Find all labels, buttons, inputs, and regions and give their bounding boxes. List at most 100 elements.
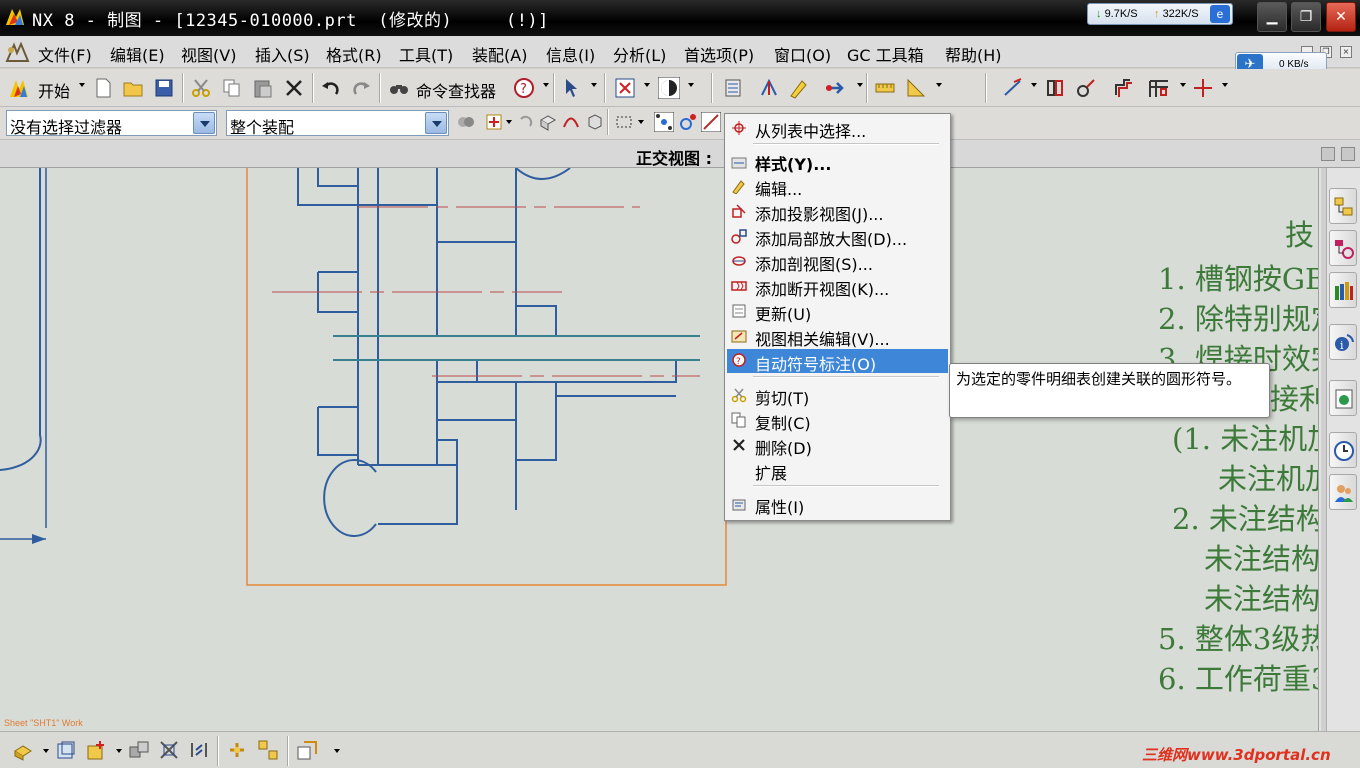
menu-add-break-view[interactable]: 添加断开视图(K)... <box>727 274 948 299</box>
new-file-icon[interactable] <box>92 77 114 99</box>
history-tab[interactable] <box>1329 432 1357 468</box>
menu-expand[interactable]: 扩展 <box>727 458 948 483</box>
menu-view[interactable]: 视图(V) <box>181 42 236 66</box>
menu-analysis[interactable]: 分析(L) <box>613 42 666 66</box>
snap-point-icon[interactable] <box>484 112 504 132</box>
restore-button[interactable]: ❐ <box>1291 2 1321 32</box>
graphics-window[interactable]: Sheet "SHT1" Work 技 1. 槽钢按GB/ 2. 除特别规定 3… <box>0 168 1318 731</box>
new-sheet-icon[interactable] <box>12 739 34 761</box>
menu-insert[interactable]: 插入(S) <box>255 42 310 66</box>
select-back-icon[interactable] <box>515 112 535 132</box>
help-dropdown-icon[interactable] <box>543 83 549 87</box>
resource-bar-handle[interactable] <box>1321 168 1327 731</box>
menu-cut[interactable]: 剪切(T) <box>727 383 948 408</box>
move-icon[interactable] <box>824 77 846 99</box>
table-dropdown-icon[interactable] <box>1180 83 1186 87</box>
offset-icon[interactable] <box>1112 77 1134 99</box>
wcs-icon[interactable] <box>758 77 780 99</box>
constraint-icon[interactable] <box>1044 77 1066 99</box>
menu-copy[interactable]: 复制(C) <box>727 408 948 433</box>
edit-object-icon[interactable] <box>788 77 810 99</box>
move-dropdown-icon[interactable] <box>857 83 863 87</box>
close-button[interactable]: ✕ <box>1326 2 1356 32</box>
centerline-dropdown-icon[interactable] <box>1222 83 1228 87</box>
snap-endpoint-icon[interactable] <box>678 112 698 132</box>
browser-icon[interactable]: e <box>1210 5 1230 23</box>
menu-update[interactable]: 更新(U) <box>727 299 948 324</box>
break-view-icon[interactable] <box>188 739 210 761</box>
net-speed-widget[interactable]: ↓ 9.7K/S ↑ 322K/S e <box>1087 3 1233 25</box>
rectangle-select-icon[interactable] <box>614 112 634 132</box>
render-dropdown-icon[interactable] <box>688 83 694 87</box>
delete-icon[interactable] <box>283 77 305 99</box>
doc-close-icon[interactable]: × <box>1340 46 1352 58</box>
snap-grid-icon[interactable] <box>654 112 674 132</box>
cut-icon[interactable] <box>190 77 212 99</box>
fit-view-icon[interactable] <box>614 77 636 99</box>
add-view-dropdown-icon[interactable] <box>116 749 122 753</box>
rectangle-select-dropdown-icon[interactable] <box>638 120 644 124</box>
save-icon[interactable] <box>153 77 175 99</box>
menu-information[interactable]: 信息(I) <box>546 42 595 66</box>
minimize-button[interactable]: ▁ <box>1257 2 1287 32</box>
menu-gc-toolbox[interactable]: GC 工具箱 <box>847 42 924 66</box>
render-style-icon[interactable] <box>658 77 680 99</box>
dimension-icon[interactable] <box>1075 77 1097 99</box>
help-icon[interactable]: ? <box>513 77 535 99</box>
open-folder-icon[interactable] <box>122 77 144 99</box>
menu-view-dependent-edit[interactable]: 视图相关编辑(V)... <box>727 324 948 349</box>
centerline-icon[interactable] <box>1192 77 1214 99</box>
menu-tools[interactable]: 工具(T) <box>399 42 453 66</box>
measure-distance-icon[interactable] <box>874 77 896 99</box>
select-dropdown-icon[interactable] <box>591 83 597 87</box>
view-style-icon[interactable] <box>296 739 318 761</box>
filter-settings-icon[interactable] <box>456 112 476 132</box>
start-button[interactable]: 开始 <box>38 78 70 102</box>
select-pointer-icon[interactable] <box>562 77 584 99</box>
menu-properties[interactable]: 属性(I) <box>727 492 948 517</box>
start-icon[interactable] <box>8 77 30 99</box>
web-browser-tab[interactable] <box>1329 380 1357 416</box>
menu-style[interactable]: 样式(Y)... <box>727 149 948 174</box>
selection-scope-dropdown-icon[interactable] <box>425 112 447 134</box>
select-curve-icon[interactable] <box>561 112 581 132</box>
measure-dropdown-icon[interactable] <box>936 83 942 87</box>
measure-angle-icon[interactable] <box>905 77 927 99</box>
table-icon[interactable] <box>1148 77 1170 99</box>
menu-file[interactable]: 文件(F) <box>38 42 92 66</box>
fit-dropdown-icon[interactable] <box>644 83 650 87</box>
layer-icon[interactable] <box>722 77 744 99</box>
drawing-view[interactable] <box>0 168 1318 731</box>
menu-window[interactable]: 窗口(O) <box>774 42 831 66</box>
menu-edit-item[interactable]: 编辑... <box>727 174 948 199</box>
roles-tab[interactable] <box>1329 474 1357 510</box>
binoculars-icon[interactable] <box>388 77 410 99</box>
sketch-dropdown-icon[interactable] <box>1031 83 1037 87</box>
add-view-icon[interactable] <box>85 739 107 761</box>
assembly-navigator-tab[interactable] <box>1329 188 1357 224</box>
menu-add-projected-view[interactable]: 添加投影视图(J)... <box>727 199 948 224</box>
menu-preferences[interactable]: 首选项(P) <box>684 42 754 66</box>
undo-icon[interactable] <box>320 77 342 99</box>
menu-gripper-icon[interactable] <box>4 41 30 63</box>
snap-dropdown-icon[interactable] <box>506 120 512 124</box>
full-screen-icon[interactable] <box>1341 147 1355 161</box>
menu-edit[interactable]: 编辑(E) <box>110 42 165 66</box>
menu-add-section-view[interactable]: 添加剖视图(S)... <box>727 249 948 274</box>
update-view-icon[interactable] <box>226 739 248 761</box>
paste-icon[interactable] <box>252 77 274 99</box>
menu-help[interactable]: 帮助(H) <box>945 42 1002 66</box>
menu-auto-balloon[interactable]: ? 自动符号标注(O) <box>727 349 948 374</box>
snap-line-icon[interactable] <box>701 112 721 132</box>
start-dropdown-icon[interactable] <box>79 83 85 87</box>
copy-icon[interactable] <box>221 77 243 99</box>
menu-select-from-list[interactable]: 从列表中选择... <box>727 116 948 141</box>
sketch-line-icon[interactable] <box>1002 77 1024 99</box>
section-view-icon[interactable] <box>158 739 180 761</box>
base-view-icon[interactable] <box>55 739 77 761</box>
view-alignment-icon[interactable] <box>257 739 279 761</box>
menu-add-detail-view[interactable]: 添加局部放大图(D)... <box>727 224 948 249</box>
part-navigator-tab[interactable] <box>1329 230 1357 266</box>
projected-view-icon[interactable] <box>128 739 150 761</box>
select-body-icon[interactable] <box>585 112 605 132</box>
